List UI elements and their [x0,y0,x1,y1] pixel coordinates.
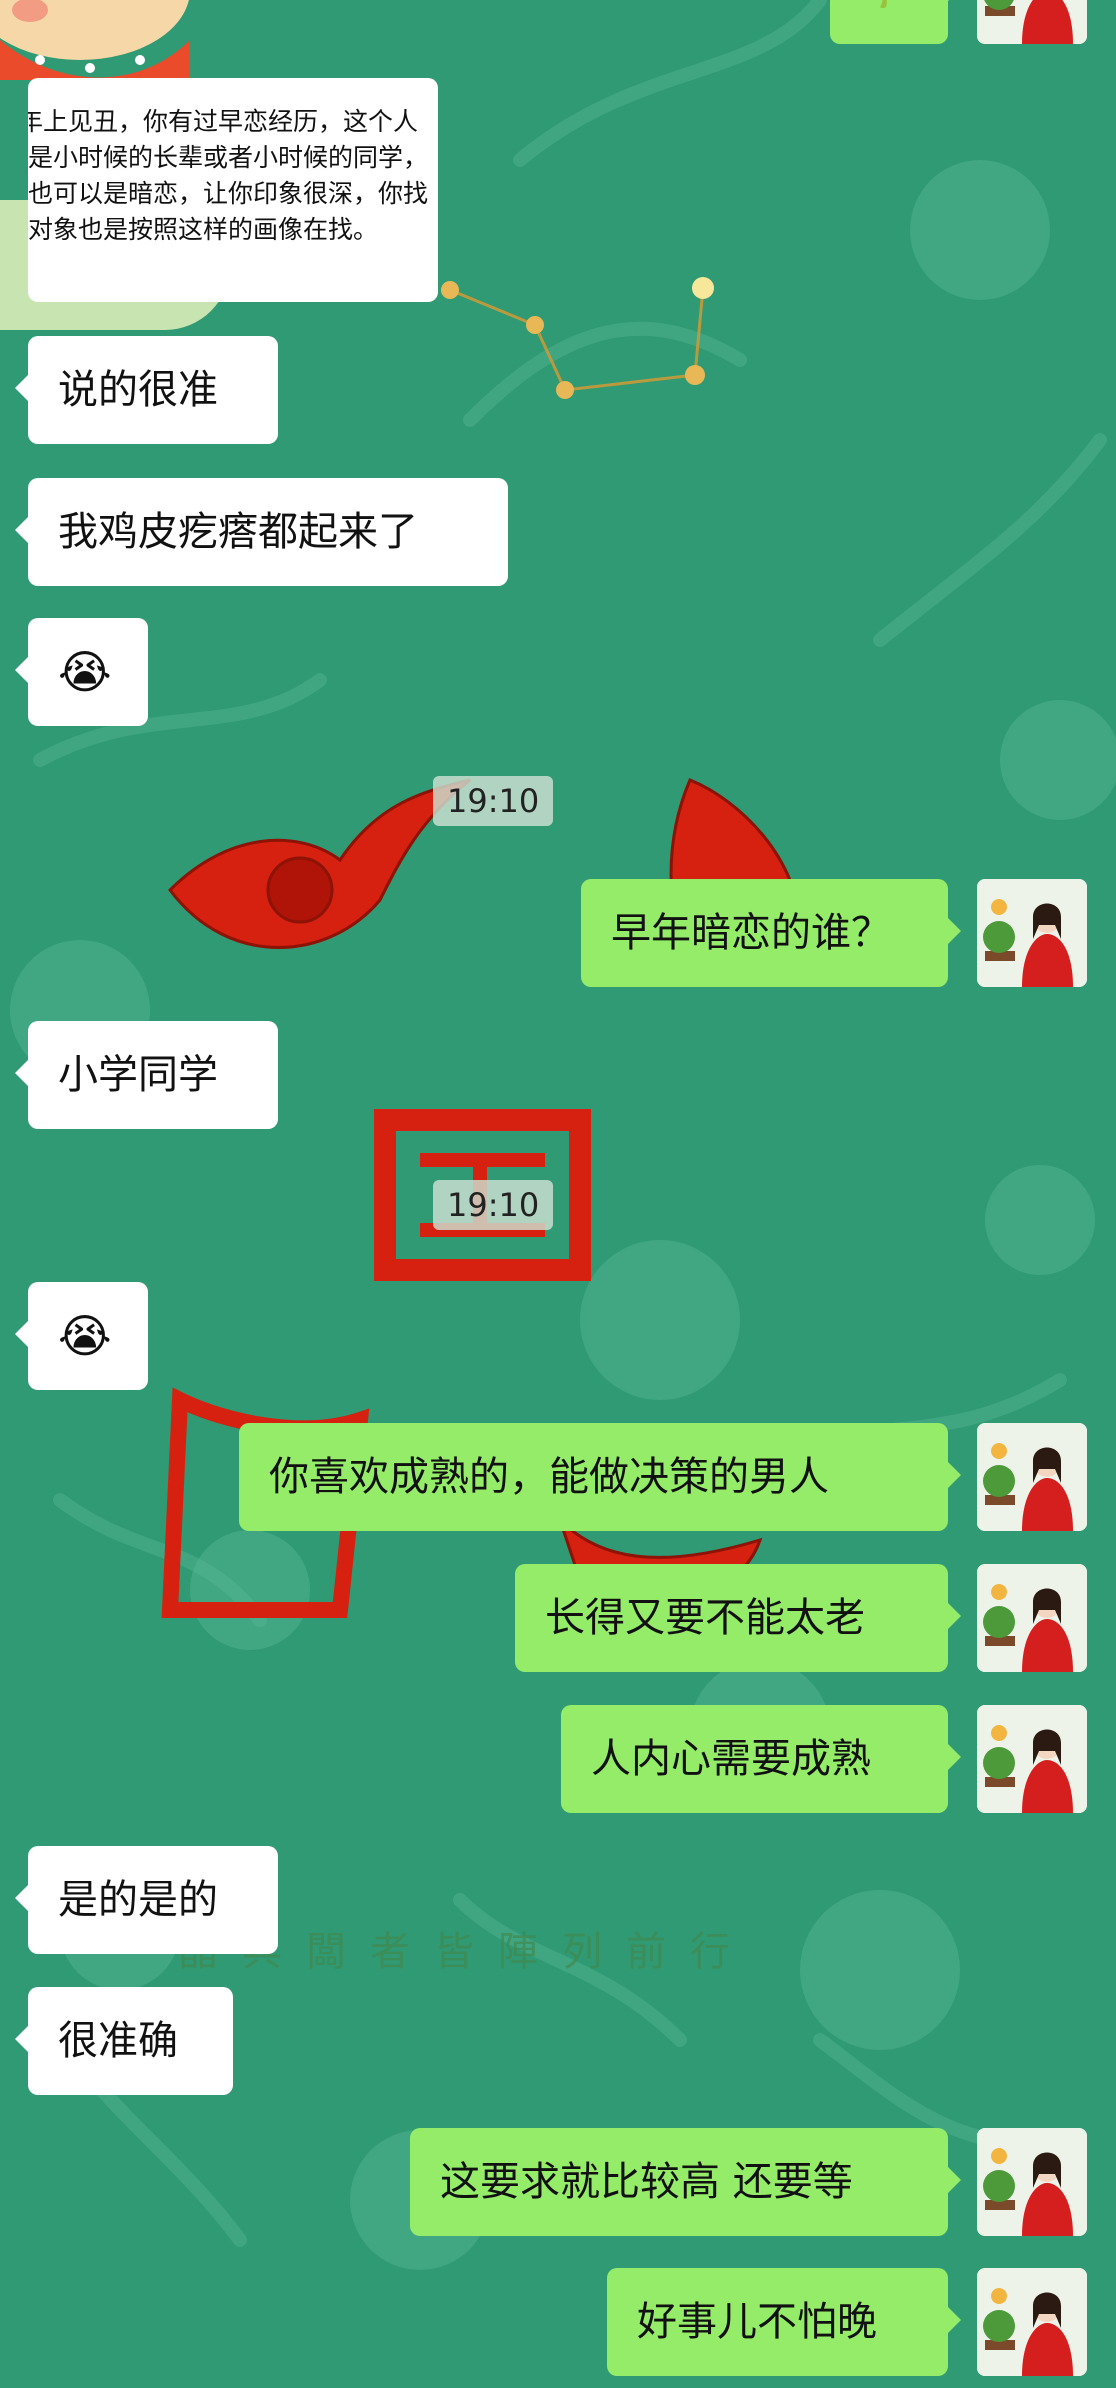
message-bubble-incoming[interactable]: 说的很准 [15,336,278,444]
chat-message-list[interactable]: 🌱 年上见丑，你有过早恋经历，这个人是小时候的长辈或者小时候的同学，也可以是暗恋… [0,0,1116,2388]
timestamp: 19:10 [433,776,554,826]
timestamp: 19:10 [433,1180,554,1230]
message-text: 说的很准 [58,367,218,413]
message-bubble-outgoing[interactable]: 人内心需要成熟 [561,1705,961,1813]
message-text: 年上见丑，你有过早恋经历，这个人是小时候的长辈或者小时候的同学，也可以是暗恋，让… [28,107,429,244]
message-bubble-incoming[interactable]: 年上见丑，你有过早恋经历，这个人是小时候的长辈或者小时候的同学，也可以是暗恋，让… [28,78,438,302]
crying-emoji-icon: 😭 [58,1309,112,1363]
avatar-red-dress-woman-icon [977,1705,1087,1813]
message-bubble-outgoing[interactable]: 你喜欢成熟的，能做决策的男人 [239,1423,961,1531]
avatar[interactable] [977,879,1087,987]
message-bubble-incoming[interactable]: 😭 [15,1282,148,1390]
message-bubble-incoming[interactable]: 😭 [15,618,148,726]
message-bubble-incoming[interactable]: 很准确 [15,1987,233,2095]
avatar-red-dress-woman-icon [977,879,1087,987]
message-text: 这要求就比较高 还要等 [440,2159,853,2205]
message-text: 我鸡皮疙瘩都起来了 [58,509,418,555]
avatar-red-dress-woman-icon [977,0,1087,44]
avatar-red-dress-woman-icon [977,2268,1087,2376]
message-text: 早年暗恋的谁？ [611,910,891,956]
avatar[interactable] [977,2268,1087,2376]
message-bubble-outgoing[interactable]: 🌱 [830,0,961,44]
message-bubble-outgoing[interactable]: 长得又要不能太老 [515,1564,961,1672]
message-text: 你喜欢成熟的，能做决策的男人 [269,1454,829,1500]
avatar-red-dress-woman-icon [977,2128,1087,2236]
message-text: 小学同学 [58,1052,218,1098]
avatar[interactable] [977,1423,1087,1531]
message-bubble-incoming[interactable]: 小学同学 [15,1021,278,1129]
message-bubble-outgoing[interactable]: 好事儿不怕晚 [607,2268,961,2376]
cartoon-sticker-icon [0,0,190,80]
avatar-red-dress-woman-icon [977,1564,1087,1672]
message-text: 人内心需要成熟 [591,1736,871,1782]
message-bubble-incoming[interactable]: 是的是的 [15,1846,278,1954]
message-text: 长得又要不能太老 [545,1595,865,1641]
avatar-red-dress-woman-icon [977,1423,1087,1531]
avatar[interactable] [977,2128,1087,2236]
message-text: 很准确 [58,2018,178,2064]
avatar[interactable] [977,0,1087,44]
message-text: 🌱 [860,0,902,10]
avatar[interactable] [977,1705,1087,1813]
crying-emoji-icon: 😭 [58,645,112,699]
message-bubble-incoming[interactable]: 我鸡皮疙瘩都起来了 [15,478,508,586]
message-text: 好事儿不怕晚 [637,2299,877,2345]
avatar[interactable] [977,1564,1087,1672]
message-bubble-outgoing[interactable]: 早年暗恋的谁？ [581,879,961,987]
message-text: 是的是的 [58,1877,218,1923]
message-bubble-outgoing[interactable]: 这要求就比较高 还要等 [410,2128,961,2236]
